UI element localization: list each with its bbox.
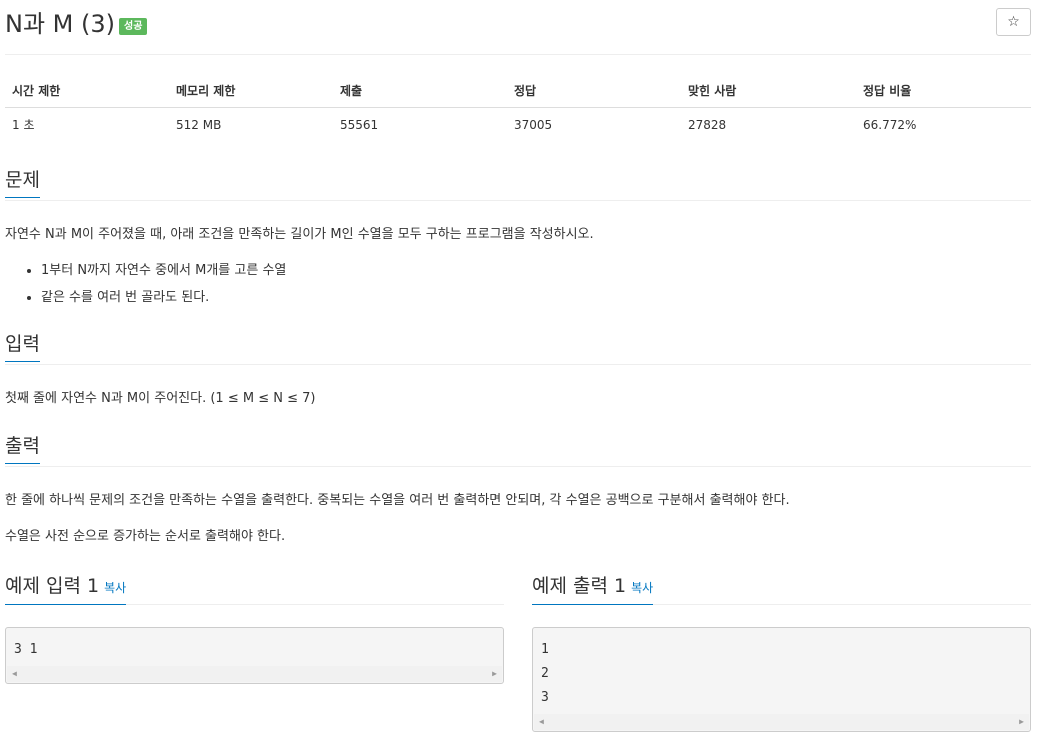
problem-title-text: N과 M (3) — [5, 10, 115, 38]
stats-memory-limit: 512 MB — [176, 117, 222, 132]
output-text: 한 줄에 하나씩 문제의 조건을 만족하는 수열을 출력한다. 중복되는 수열을… — [5, 493, 790, 508]
horizontal-scrollbar[interactable]: ◀ ▶ — [534, 714, 1029, 730]
sample-input-title-text: 예제 입력 1 — [5, 575, 100, 597]
condition-item: 같은 수를 여러 번 골라도 된다. — [41, 284, 286, 311]
sample-output-header: 예제 출력 1 복사 — [532, 568, 1031, 605]
stats-header-time-limit: 시간 제한 — [5, 74, 169, 108]
sample-output-title-text: 예제 출력 1 — [532, 575, 627, 597]
problem-stats-table: 시간 제한 메모리 제한 제출 정답 맞힌 사람 정답 비율 1 초 512 M… — [5, 74, 1031, 141]
sample-output-box[interactable]: 1 2 3 ◀ ▶ — [532, 627, 1031, 732]
sample-output-panel: 예제 출력 1 복사 1 2 3 ◀ ▶ — [532, 568, 1031, 732]
description-conditions: 1부터 N까지 자연수 중에서 M개를 고른 수열 같은 수를 여러 번 골라도… — [5, 257, 286, 311]
copy-output-button[interactable]: 복사 — [631, 581, 653, 595]
stats-ratio: 66.772% — [863, 117, 917, 132]
code-line: 2 — [541, 666, 549, 681]
stats-header-submissions: 제출 — [333, 74, 507, 108]
output-heading: 출력 — [5, 432, 40, 464]
scroll-right-icon[interactable]: ▶ — [492, 669, 497, 678]
sample-input-panel: 예제 입력 1 복사 3 1 ◀ ▶ — [5, 568, 504, 684]
status-badge: 성공 — [119, 18, 148, 35]
output-order-text: 수열은 사전 순으로 증가하는 순서로 출력해야 한다. — [5, 529, 286, 544]
stats-header-solvers: 맞힌 사람 — [681, 74, 856, 108]
sample-input-code: 3 1 — [6, 628, 503, 666]
description-text: 자연수 N과 M이 주어졌을 때, 아래 조건을 만족하는 길이가 M인 수열을… — [5, 227, 594, 242]
description-heading: 문제 — [5, 166, 40, 198]
stats-solvers: 27828 — [688, 117, 727, 132]
sample-output-title: 예제 출력 1 복사 — [532, 573, 654, 605]
copy-input-button[interactable]: 복사 — [104, 581, 126, 595]
stats-value-row: 1 초 512 MB 55561 37005 27828 66.772% — [5, 108, 1031, 142]
stats-submissions: 55561 — [340, 117, 379, 132]
sample-input-box[interactable]: 3 1 ◀ ▶ — [5, 627, 504, 684]
input-heading: 입력 — [5, 330, 40, 362]
code-line: 1 — [541, 642, 549, 657]
sample-input-title: 예제 입력 1 복사 — [5, 573, 127, 605]
stats-header-ratio: 정답 비율 — [856, 74, 1031, 108]
code-line: 3 — [541, 690, 549, 705]
description-section-header: 문제 — [5, 166, 1031, 201]
scroll-left-icon[interactable]: ◀ — [539, 717, 544, 726]
input-section-header: 입력 — [5, 330, 1031, 365]
sample-input-header: 예제 입력 1 복사 — [5, 568, 504, 605]
condition-item: 1부터 N까지 자연수 중에서 M개를 고른 수열 — [41, 257, 286, 284]
sample-output-code: 1 2 3 — [533, 628, 1030, 714]
stats-header-row: 시간 제한 메모리 제한 제출 정답 맞힌 사람 정답 비율 — [5, 74, 1031, 108]
stats-accepted: 37005 — [514, 117, 553, 132]
output-section-header: 출력 — [5, 432, 1031, 467]
favorite-button[interactable]: ☆ — [996, 8, 1031, 36]
horizontal-scrollbar[interactable]: ◀ ▶ — [7, 666, 502, 682]
scroll-right-icon[interactable]: ▶ — [1019, 717, 1024, 726]
problem-header: N과 M (3) 성공 ☆ — [5, 8, 1031, 55]
stats-time-limit: 1 초 — [12, 118, 35, 132]
input-text: 첫째 줄에 자연수 N과 M이 주어진다. (1 ≤ M ≤ N ≤ 7) — [5, 391, 316, 406]
stats-header-memory-limit: 메모리 제한 — [169, 74, 333, 108]
star-icon: ☆ — [1007, 14, 1020, 30]
scroll-left-icon[interactable]: ◀ — [12, 669, 17, 678]
stats-header-accepted: 정답 — [507, 74, 681, 108]
code-line: 3 1 — [14, 642, 38, 657]
problem-title: N과 M (3) — [5, 10, 115, 38]
